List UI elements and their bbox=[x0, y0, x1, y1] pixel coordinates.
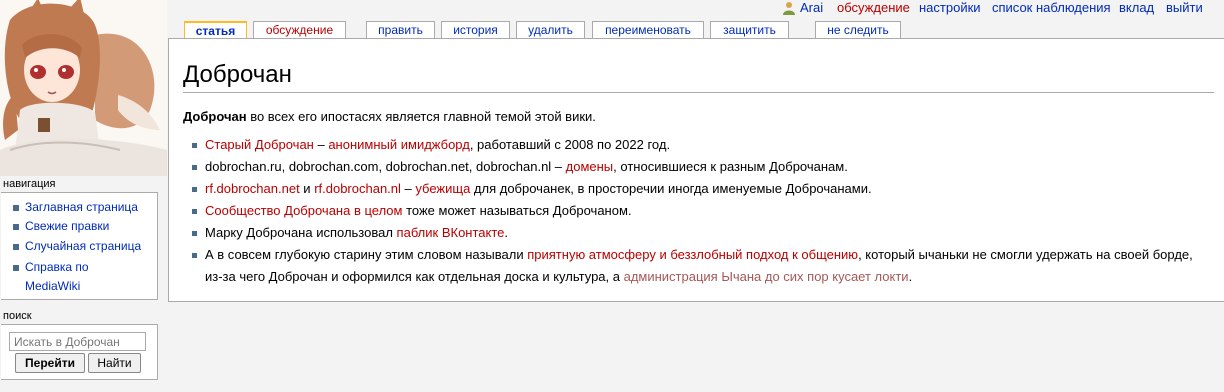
user-page-link[interactable]: Arai bbox=[800, 0, 823, 15]
title-divider bbox=[183, 92, 1214, 93]
user-talk-link[interactable]: обсуждение bbox=[837, 0, 910, 15]
old-dobrochan-link[interactable]: Старый Доброчан bbox=[205, 137, 314, 152]
contributions-link[interactable]: вклад bbox=[1119, 0, 1154, 15]
intro-paragraph: Доброчан во всех его ипостасях является … bbox=[183, 108, 596, 126]
meaning-list: Старый Доброчан – анонимный имиджборд, р… bbox=[183, 134, 1203, 288]
tab-protect[interactable]: защитить bbox=[710, 21, 789, 38]
personal-toolbar: Arai обсуждение настройки список наблюде… bbox=[0, 0, 1224, 16]
anonymous-imageboard-link[interactable]: анонимный имиджборд bbox=[328, 137, 470, 152]
list-text: – bbox=[400, 181, 416, 196]
watchlist-link[interactable]: список наблюдения bbox=[992, 0, 1111, 15]
list-item: Марку Доброчана использовал паблик ВКонт… bbox=[183, 222, 1203, 244]
list-item: А в совсем глубокую старину этим словом … bbox=[183, 244, 1203, 288]
domains-link[interactable]: домены bbox=[566, 159, 614, 174]
list-text: А в совсем глубокую старину этим словом … bbox=[205, 247, 528, 262]
list-text: Марку Доброчана использовал bbox=[205, 225, 397, 240]
tab-edit[interactable]: править bbox=[366, 21, 435, 38]
pleasant-atmosphere-link[interactable]: приятную атмосферу и беззлобный подход к… bbox=[527, 247, 858, 262]
list-text: тоже может называться Доброчаном. bbox=[402, 203, 632, 218]
square-bullet-icon bbox=[192, 143, 197, 148]
sidebar-item-random-page[interactable]: Случайная страница bbox=[25, 237, 141, 256]
sidebar-item-recent-changes[interactable]: Свежие правки bbox=[25, 217, 109, 236]
content-area: Доброчан Доброчан во всех его ипостасях … bbox=[168, 38, 1224, 302]
list-item: dobrochan.ru, dobrochan.com, dobrochan.n… bbox=[183, 156, 1203, 178]
list-text: для доброчанек, в просторечии иногда име… bbox=[470, 181, 872, 196]
square-bullet-icon bbox=[192, 165, 197, 170]
rf-dobrochan-net-link[interactable]: rf.dobrochan.net bbox=[205, 181, 300, 196]
refuges-link[interactable]: убежища bbox=[415, 181, 470, 196]
sidebar-item-help-mediawiki[interactable]: MediaWiki bbox=[25, 277, 80, 296]
go-button[interactable]: Перейти bbox=[15, 353, 85, 373]
square-bullet-icon bbox=[192, 253, 197, 258]
square-bullet-icon bbox=[13, 224, 19, 230]
square-bullet-icon bbox=[13, 265, 19, 271]
navigation-portlet: Заглавная страница Свежие правки Случайн… bbox=[1, 192, 158, 300]
list-text: dobrochan.ru, dobrochan.com, dobrochan.n… bbox=[205, 159, 566, 174]
square-bullet-icon bbox=[13, 205, 19, 211]
search-input[interactable] bbox=[9, 332, 146, 351]
tab-move[interactable]: переименовать bbox=[592, 21, 704, 38]
community-link[interactable]: Сообщество Доброчана в целом bbox=[205, 203, 402, 218]
list-item: rf.dobrochan.net и rf.dobrochan.nl – убе… bbox=[183, 178, 1203, 200]
list-text: . bbox=[908, 269, 913, 284]
list-text: , работавший с 2008 по 2022 год. bbox=[469, 137, 671, 152]
sidebar-item-help[interactable]: Справка по bbox=[25, 258, 89, 277]
intro-text: во всех его ипостасях является главной т… bbox=[246, 109, 596, 124]
tab-delete[interactable]: удалить bbox=[516, 21, 585, 38]
navigation-heading: навигация bbox=[3, 178, 56, 190]
list-item: Старый Доброчан – анонимный имиджборд, р… bbox=[183, 134, 1203, 156]
list-text: – bbox=[313, 137, 329, 152]
page-title: Доброчан bbox=[183, 61, 292, 88]
logo-artwork bbox=[0, 0, 167, 176]
search-heading: поиск bbox=[3, 310, 32, 322]
tab-discussion[interactable]: обсуждение bbox=[253, 21, 346, 38]
list-text: и bbox=[299, 181, 315, 196]
user-icon bbox=[783, 2, 795, 15]
logout-link[interactable]: выйти bbox=[1166, 0, 1203, 15]
list-text: , относившиеся к разным Доброчанам. bbox=[613, 159, 848, 174]
tab-history[interactable]: история bbox=[441, 21, 510, 38]
square-bullet-icon bbox=[192, 231, 197, 236]
search-button[interactable]: Найти bbox=[88, 353, 141, 373]
intro-bold-term: Доброчан bbox=[183, 109, 247, 124]
rf-dobrochan-nl-link[interactable]: rf.dobrochan.nl bbox=[314, 181, 401, 196]
list-item: Сообщество Доброчана в целом тоже может … bbox=[183, 200, 1203, 222]
square-bullet-icon bbox=[13, 244, 19, 250]
tab-unwatch[interactable]: не следить bbox=[815, 21, 901, 38]
preferences-link[interactable]: настройки bbox=[919, 0, 981, 15]
vk-public-link[interactable]: паблик ВКонтакте bbox=[397, 225, 505, 240]
wiki-logo[interactable] bbox=[0, 0, 167, 176]
square-bullet-icon bbox=[192, 187, 197, 192]
square-bullet-icon bbox=[192, 209, 197, 214]
ychan-administration-link[interactable]: администрация Ычана до сих пор кусает ло… bbox=[624, 269, 909, 284]
list-text: . bbox=[504, 225, 509, 240]
sidebar-item-main-page[interactable]: Заглавная страница bbox=[25, 198, 138, 217]
